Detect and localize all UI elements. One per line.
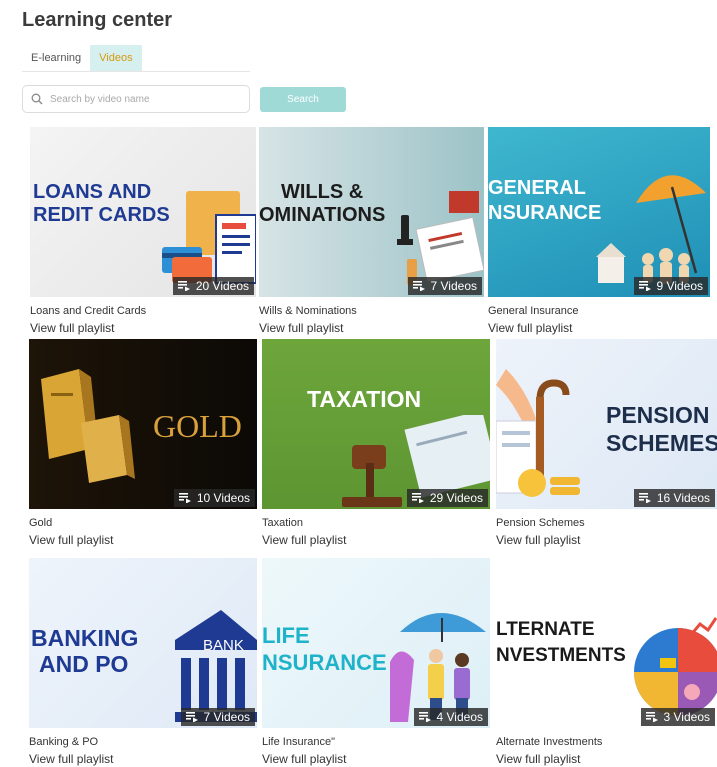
thumbnail-title-line: WILLS & (281, 181, 364, 203)
gold-bars-icon (41, 369, 135, 483)
video-count: 29 Videos (429, 491, 483, 505)
search-input[interactable] (48, 92, 242, 106)
playlist-name: General Insurance (488, 305, 579, 317)
playlist-icon (412, 281, 425, 291)
video-count-badge: 7 Videos (407, 277, 482, 295)
playlist-card-alternate-investments[interactable]: LTERNATE NVESTMENTS 3 Videos Alternate I… (496, 558, 717, 766)
playlist-thumbnail[interactable]: GENERAL NSURANCE 9 Videos (488, 127, 710, 297)
playlist-icon (418, 712, 431, 722)
playlist-card-pension[interactable]: PENSION SCHEMES 16 Videos Pension Scheme… (496, 339, 717, 547)
playlist-card-loans[interactable]: LOANS AND REDIT CARDS 20 Videos Loans an… (30, 127, 256, 335)
video-count: 10 Videos (196, 491, 250, 505)
view-playlist-link[interactable]: View full playlist (259, 321, 484, 335)
view-playlist-link[interactable]: View full playlist (29, 752, 257, 766)
playlist-card-wills[interactable]: WILLS & OMINATIONS 7 Videos Wills & Nomi… (259, 127, 484, 335)
search-icon (31, 93, 43, 105)
playlist-thumbnail[interactable]: LTERNATE NVESTMENTS 3 Videos (496, 558, 717, 728)
video-count-badge: 9 Videos (633, 277, 708, 295)
video-count: 9 Videos (656, 279, 703, 293)
playlist-name: Gold (29, 517, 53, 529)
thumbnail-title-line: TAXATION (307, 386, 422, 412)
video-count: 7 Videos (430, 279, 477, 293)
playlist-name: Banking & PO (29, 736, 99, 748)
view-playlist-link[interactable]: View full playlist (496, 533, 717, 547)
playlist-thumbnail[interactable]: WILLS & OMINATIONS 7 Videos (259, 127, 484, 297)
playlist-card-life-insurance[interactable]: LIFE NSURANCE 4 Videos Life Insurance" V… (262, 558, 490, 766)
playlist-name: Wills & Nominations (259, 305, 357, 317)
thumbnail-title-line: LOANS AND (33, 181, 152, 203)
playlist-name: Life Insurance" (262, 736, 336, 748)
thumbnail-title-line: GENERAL (488, 177, 586, 199)
thumbnail-title-line: GOLD (153, 408, 242, 444)
view-playlist-link[interactable]: View full playlist (488, 321, 710, 335)
video-count-badge: 7 Videos (180, 708, 255, 726)
playlist-icon (185, 712, 198, 722)
playlist-card-banking[interactable]: BANKING AND PO BANK 7 Videos Banking & P… (29, 558, 257, 766)
thumbnail-title-line: LIFE (262, 623, 310, 648)
thumbnail-title-line: PENSION (606, 402, 710, 428)
playlist-card-general-insurance[interactable]: GENERAL NSURANCE 9 Videos General Insura… (488, 127, 710, 335)
thumbnail-title-line: LTERNATE (496, 619, 595, 640)
thumbnail-title-line: NVESTMENTS (496, 645, 626, 666)
thumbnail-title-line: SCHEMES (606, 430, 717, 456)
view-playlist-link[interactable]: View full playlist (496, 752, 717, 766)
video-count-badge: 29 Videos (406, 489, 488, 507)
view-playlist-link[interactable]: View full playlist (262, 752, 490, 766)
playlist-icon (638, 493, 651, 503)
video-count: 20 Videos (195, 279, 249, 293)
video-count-badge: 4 Videos (413, 708, 488, 726)
playlist-name: Loans and Credit Cards (30, 305, 147, 317)
bank-sign-text: BANK (203, 637, 244, 654)
umbrella-and-family-icon (596, 175, 706, 284)
view-playlist-link[interactable]: View full playlist (262, 533, 490, 547)
video-count-badge: 20 Videos (172, 277, 254, 295)
view-playlist-link[interactable]: View full playlist (30, 321, 256, 335)
thumbnail-title-line: BANKING (31, 625, 139, 651)
video-count: 16 Videos (656, 491, 710, 505)
playlist-name: Alternate Investments (496, 736, 603, 748)
playlist-icon (645, 712, 658, 722)
tab-videos[interactable]: Videos (90, 45, 142, 71)
playlist-icon (638, 281, 651, 291)
playlist-thumbnail[interactable]: PENSION SCHEMES 16 Videos (496, 339, 717, 509)
thumbnail-title-line: NSURANCE (262, 650, 387, 675)
playlist-thumbnail[interactable]: LIFE NSURANCE 4 Videos (262, 558, 490, 728)
thumbnail-title-line: AND PO (39, 651, 129, 677)
video-count-badge: 10 Videos (173, 489, 255, 507)
playlist-thumbnail[interactable]: GOLD 10 Videos (29, 339, 257, 509)
tab-bar: E-learning Videos (22, 45, 250, 72)
playlist-thumbnail[interactable]: BANKING AND PO BANK 7 Videos (29, 558, 257, 728)
thumbnail-title-line: NSURANCE (488, 202, 602, 224)
search-box (22, 85, 250, 113)
video-count-badge: 16 Videos (633, 489, 715, 507)
page-title: Learning center (22, 9, 173, 31)
playlist-name: Taxation (262, 517, 303, 529)
playlist-thumbnail[interactable]: LOANS AND REDIT CARDS 20 Videos (30, 127, 256, 297)
playlist-thumbnail[interactable]: TAXATION 29 Videos (262, 339, 490, 509)
playlist-icon (178, 493, 191, 503)
playlist-card-gold[interactable]: GOLD 10 Videos Gold View full playlist (29, 339, 257, 547)
video-count-badge: 3 Videos (640, 708, 715, 726)
thumbnail-title-line: OMINATIONS (259, 204, 386, 226)
playlist-name: Pension Schemes (496, 517, 585, 529)
playlist-card-taxation[interactable]: TAXATION 29 Videos Taxation View full pl… (262, 339, 490, 547)
thumbnail-title-line: REDIT CARDS (33, 204, 170, 226)
tab-e-learning[interactable]: E-learning (22, 45, 90, 71)
playlist-icon (411, 493, 424, 503)
video-count: 7 Videos (203, 710, 250, 724)
playlist-icon (177, 281, 190, 291)
view-playlist-link[interactable]: View full playlist (29, 533, 257, 547)
search-button[interactable]: Search (260, 87, 346, 112)
video-count: 3 Videos (663, 710, 710, 724)
coins-and-cane-icon (496, 369, 580, 497)
video-count: 4 Videos (436, 710, 483, 724)
